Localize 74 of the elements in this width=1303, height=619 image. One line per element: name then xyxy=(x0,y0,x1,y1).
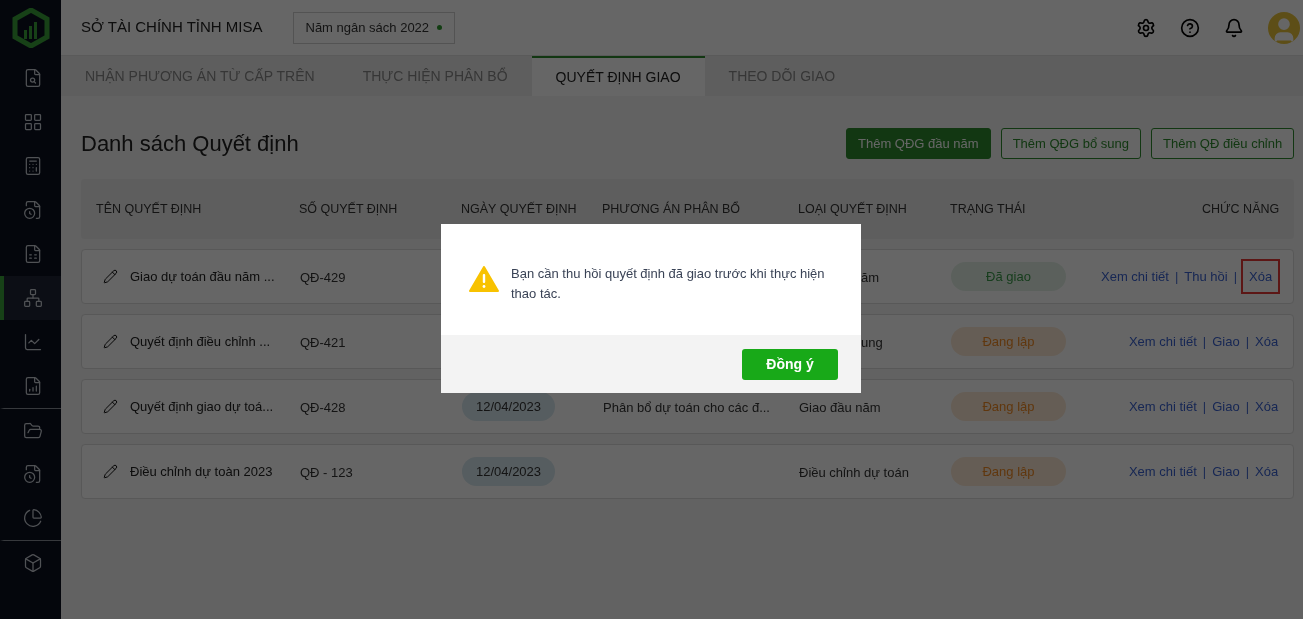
pie-chart-icon xyxy=(22,508,43,528)
action-link[interactable]: Xem chi tiết xyxy=(1128,396,1197,417)
organization-name: SỞ TÀI CHÍNH TỈNH MISA xyxy=(81,17,263,38)
date-tag: 12/04/2023 xyxy=(462,456,556,487)
table-cell: ung xyxy=(861,334,883,350)
edit-icon[interactable] xyxy=(103,464,118,479)
column-header: SỐ QUYẾT ĐỊNH xyxy=(299,200,399,218)
notification-icon[interactable] xyxy=(1224,17,1245,38)
separator: | xyxy=(1202,462,1207,481)
table-cell: Phân bổ dự toán cho các đ... xyxy=(603,399,770,415)
separator: | xyxy=(1202,332,1207,351)
separator: | xyxy=(1245,462,1250,481)
confirm-button[interactable]: Đồng ý xyxy=(742,348,838,380)
separator: | xyxy=(1233,267,1238,286)
action-link[interactable]: Xóa xyxy=(1243,260,1279,293)
date-tag: 12/04/2023 xyxy=(462,391,556,422)
page-title: Danh sách Quyết định xyxy=(81,130,299,158)
separator: | xyxy=(1174,267,1179,286)
edit-icon[interactable] xyxy=(103,399,118,414)
cube-icon xyxy=(22,552,43,573)
action-link[interactable]: Giao xyxy=(1212,461,1240,482)
tab[interactable]: QUYẾT ĐỊNH GIAO xyxy=(531,56,705,96)
edit-icon[interactable] xyxy=(103,334,118,349)
sidebar-item[interactable] xyxy=(0,276,61,320)
dialog-message: Bạn cần thu hồi quyết định đã giao trước khi thực hiện thao tác. xyxy=(511,265,826,303)
grid-icon xyxy=(22,112,43,132)
status-tag: Đang lập xyxy=(951,391,1066,422)
action-link[interactable]: Xóa xyxy=(1255,461,1279,482)
add-button[interactable]: Thêm QĐG bổ sung xyxy=(1000,128,1141,159)
column-header: LOẠI QUYẾT ĐỊNH xyxy=(798,200,908,218)
column-header: PHƯƠNG ÁN PHÂN BỔ xyxy=(602,200,742,218)
line-chart-icon xyxy=(22,332,43,352)
edit-icon[interactable] xyxy=(103,269,118,284)
table-cell: Điều chỉnh dự toán xyxy=(799,464,909,480)
action-link[interactable]: Thu hồi xyxy=(1184,266,1228,287)
column-header: TÊN QUYẾT ĐỊNH xyxy=(96,200,203,218)
column-header: TRẠNG THÁI xyxy=(950,200,1027,218)
action-link[interactable]: Xem chi tiết xyxy=(1128,461,1197,482)
document-clock-icon xyxy=(22,200,43,220)
action-link[interactable]: Xóa xyxy=(1255,396,1279,417)
table-cell: Giao đầu năm xyxy=(799,399,881,415)
settings-icon[interactable] xyxy=(1136,17,1157,38)
action-link[interactable]: Xóa xyxy=(1255,331,1279,352)
hierarchy-icon xyxy=(22,288,43,308)
separator: | xyxy=(1245,397,1250,416)
action-link[interactable]: Giao xyxy=(1212,331,1240,352)
action-link[interactable]: Xem chi tiết xyxy=(1128,331,1197,352)
table-cell: QĐ - 123 xyxy=(300,464,353,480)
separator: | xyxy=(1202,397,1207,416)
decision-name[interactable]: Quyết định điều chỉnh ... xyxy=(130,331,271,352)
separator: | xyxy=(1245,332,1250,351)
folder-icon xyxy=(22,420,43,441)
table-cell: QĐ-429 xyxy=(300,269,346,285)
status-tag: Đang lập xyxy=(951,326,1066,357)
decision-name[interactable]: Điều chỉnh dự toàn 2023 xyxy=(130,461,273,482)
column-header: CHỨC NĂNG xyxy=(1200,200,1280,218)
status-tag: Đã giao xyxy=(951,261,1066,292)
add-button[interactable]: Thêm QĐ điều chỉnh xyxy=(1151,128,1295,159)
decision-name[interactable]: Giao dự toán đầu năm ... xyxy=(130,266,275,287)
budget-year-selector[interactable]: Năm ngân sách 2022 xyxy=(292,11,456,44)
file-clock-icon xyxy=(22,464,43,484)
table-cell: ăm xyxy=(861,269,880,285)
avatar[interactable] xyxy=(1268,11,1301,44)
table-cell: QĐ-428 xyxy=(300,399,346,415)
add-button[interactable]: Thêm QĐG đầu năm xyxy=(846,128,991,159)
logo-icon xyxy=(10,8,51,48)
column-header: NGÀY QUYẾT ĐỊNH xyxy=(461,200,578,218)
table-cell: QĐ-421 xyxy=(300,334,346,350)
help-icon[interactable] xyxy=(1180,17,1201,38)
action-link[interactable]: Giao xyxy=(1212,396,1240,417)
status-tag: Đang lập xyxy=(951,456,1066,487)
action-link[interactable]: Xem chi tiết xyxy=(1101,266,1169,287)
warning-icon xyxy=(469,266,499,292)
decision-name[interactable]: Quyết định giao dự toá... xyxy=(130,396,274,417)
